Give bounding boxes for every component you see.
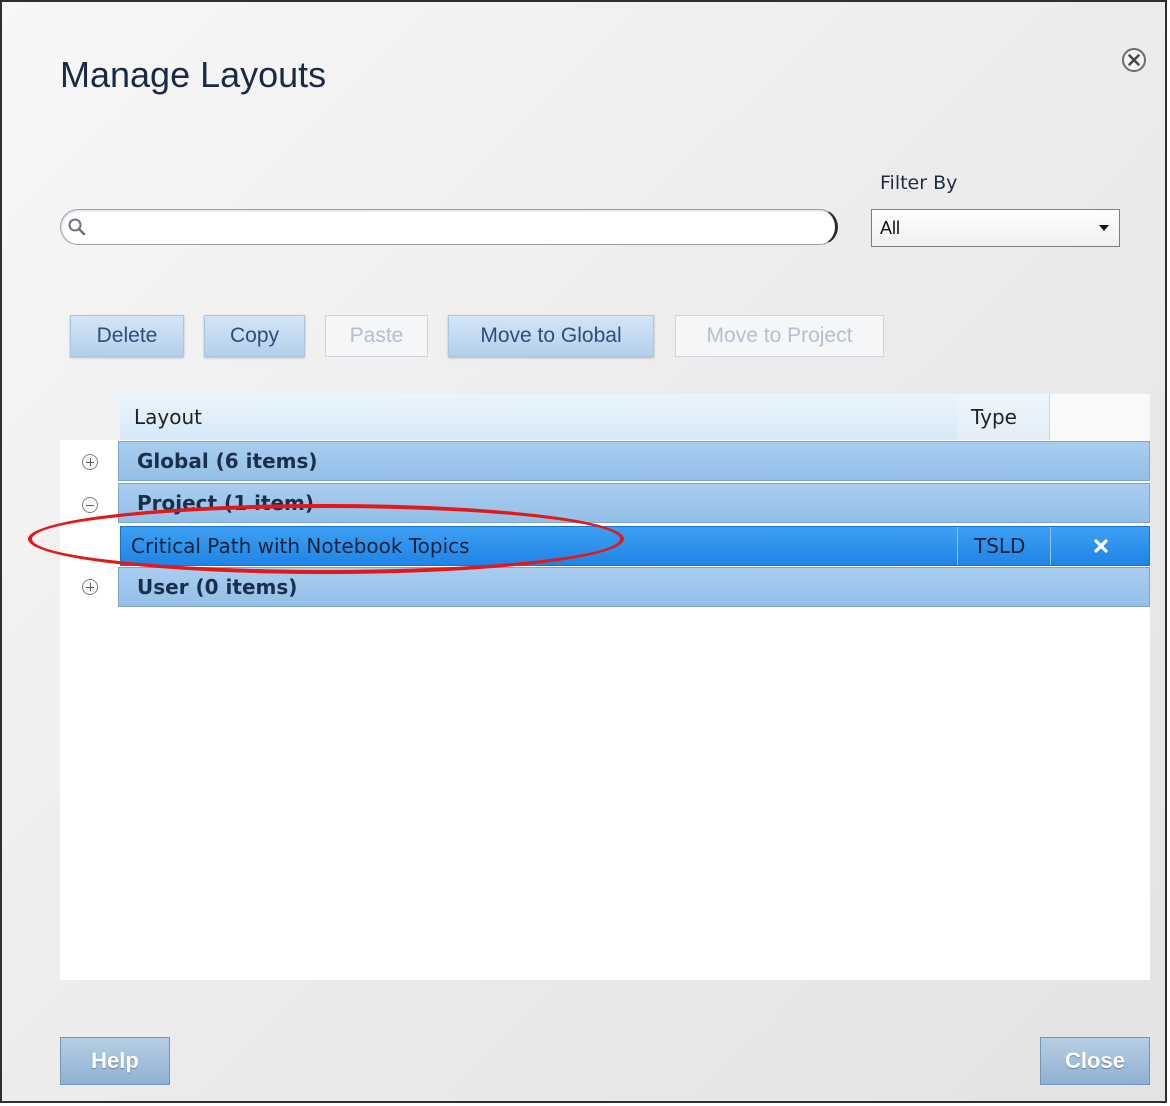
- column-header-layout-label: Layout: [134, 405, 202, 429]
- move-to-global-button[interactable]: Move to Global: [448, 315, 654, 357]
- column-header-type-label: Type: [971, 405, 1017, 429]
- grid-header: Layout ▲ Type: [60, 394, 1150, 440]
- group-label: Project (1 item): [137, 491, 315, 515]
- search-icon: [68, 218, 86, 236]
- close-button[interactable]: Close: [1040, 1037, 1150, 1085]
- manage-layouts-dialog: Manage Layouts Filter By All Delete Copy…: [0, 0, 1167, 1103]
- move-to-project-button[interactable]: Move to Project: [675, 315, 884, 357]
- layouts-grid: Layout ▲ Type Global (6 items) Project (…: [60, 394, 1150, 980]
- table-row-selected[interactable]: Critical Path with Notebook Topics TSLD: [120, 526, 1150, 566]
- search-input[interactable]: [91, 214, 825, 242]
- header-spacer: [60, 394, 120, 440]
- layout-name-cell: Critical Path with Notebook Topics: [131, 534, 470, 558]
- help-button[interactable]: Help: [60, 1037, 170, 1085]
- group-row-user[interactable]: User (0 items): [118, 567, 1150, 607]
- delete-button[interactable]: Delete: [70, 315, 184, 357]
- group-row-global[interactable]: Global (6 items): [118, 441, 1150, 481]
- group-label: User (0 items): [137, 575, 298, 599]
- row-delete-button[interactable]: [1050, 527, 1150, 565]
- layout-type-cell: TSLD: [957, 527, 1050, 565]
- close-circle-icon[interactable]: [1120, 46, 1148, 74]
- column-header-layout[interactable]: Layout ▲: [120, 394, 1017, 440]
- filter-by-select[interactable]: All: [871, 209, 1120, 247]
- column-header-type[interactable]: Type: [957, 394, 1050, 440]
- copy-button[interactable]: Copy: [204, 315, 305, 357]
- filter-selected-value: All: [880, 218, 901, 238]
- dialog-title: Manage Layouts: [60, 54, 327, 95]
- expand-icon[interactable]: [82, 454, 98, 470]
- group-label: Global (6 items): [137, 449, 318, 473]
- group-row-project[interactable]: Project (1 item): [118, 483, 1150, 523]
- delete-x-icon: [1093, 539, 1108, 553]
- search-box[interactable]: [60, 209, 838, 245]
- expand-icon[interactable]: [82, 579, 98, 595]
- chevron-down-icon: [1099, 225, 1109, 231]
- collapse-icon[interactable]: [82, 497, 98, 513]
- paste-button[interactable]: Paste: [325, 315, 428, 357]
- column-header-action: [1050, 394, 1150, 440]
- filter-by-label: Filter By: [880, 172, 958, 194]
